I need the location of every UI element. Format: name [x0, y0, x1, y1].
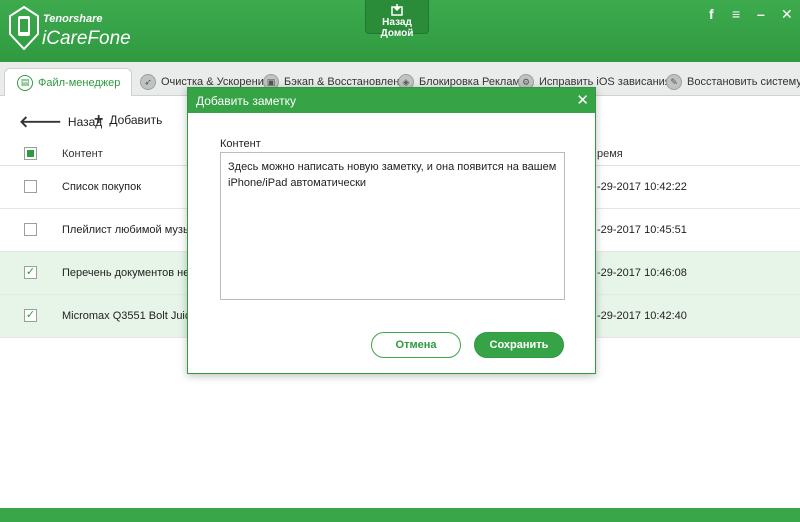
add-button[interactable]: + Добавить: [94, 111, 162, 129]
close-window-icon[interactable]: ✕: [781, 6, 793, 23]
plus-icon: +: [94, 111, 104, 128]
note-date: -29-2017 10:42:40: [597, 310, 687, 322]
facebook-icon[interactable]: f: [709, 6, 714, 22]
select-all-checkbox[interactable]: [24, 147, 37, 160]
app-header: Tenorshare iCareFone Назад Домой f ≡ – ✕: [0, 0, 800, 62]
add-label: Добавить: [109, 113, 163, 127]
save-button[interactable]: Сохранить: [474, 332, 564, 358]
note-date: -29-2017 10:45:51: [597, 224, 687, 236]
arrow-left-icon: 🡐: [19, 114, 62, 131]
row-checkbox[interactable]: [24, 223, 37, 236]
brand-name: iCareFone: [42, 28, 131, 49]
menu-icon[interactable]: ≡: [732, 6, 740, 22]
tab-file-manager[interactable]: ▤ Файл-менеджер: [4, 68, 132, 96]
brand-vendor: Tenorshare: [43, 13, 103, 25]
tab-label: Восстановить систему: [687, 76, 800, 88]
phone-logo-icon: [9, 6, 39, 50]
rocket-icon: ➶: [140, 74, 156, 90]
column-content: Контент: [62, 148, 103, 160]
dialog-header: Добавить заметку ✕: [188, 88, 595, 113]
home-button[interactable]: Назад Домой: [365, 0, 429, 39]
note-date: -29-2017 10:46:08: [597, 267, 687, 279]
cancel-button[interactable]: Отмена: [371, 332, 461, 358]
row-checkbox[interactable]: [24, 180, 37, 193]
tab-restore-system[interactable]: ✎ Восстановить систему: [666, 68, 800, 96]
folder-icon: ▤: [17, 74, 33, 91]
note-content-input[interactable]: Здесь можно написать новую заметку, и он…: [220, 152, 565, 300]
back-button[interactable]: 🡐 Назад: [19, 111, 102, 132]
row-checkbox-checked[interactable]: ✓: [24, 266, 37, 279]
row-checkbox-checked[interactable]: ✓: [24, 309, 37, 322]
tab-label: Файл-менеджер: [38, 76, 121, 89]
add-note-dialog: Добавить заметку ✕ Контент Здесь можно н…: [187, 87, 596, 374]
note-title: Micromax Q3551 Bolt Juice –: [62, 310, 206, 322]
status-bar: [0, 508, 800, 522]
note-date: -29-2017 10:42:22: [597, 181, 687, 193]
content-label: Контент: [220, 138, 261, 150]
close-icon[interactable]: ✕: [576, 91, 589, 109]
wrench-icon: ✎: [666, 74, 682, 90]
column-date: ремя: [597, 148, 623, 160]
home-icon: [391, 4, 403, 16]
minimize-icon[interactable]: –: [757, 6, 765, 22]
home-button-label: Назад Домой: [380, 17, 414, 39]
dialog-title: Добавить заметку: [196, 93, 296, 108]
note-title: Список покупок: [62, 181, 142, 193]
note-title: Плейлист любимой музыки: [62, 224, 202, 236]
note-title: Перечень документов необ: [62, 267, 202, 279]
